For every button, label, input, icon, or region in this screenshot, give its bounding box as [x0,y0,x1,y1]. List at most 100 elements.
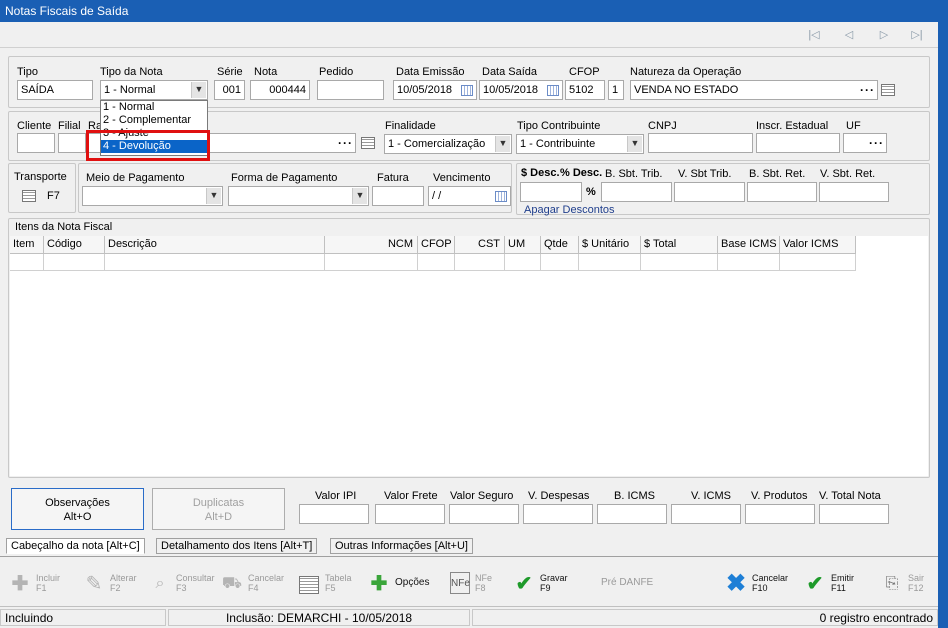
tab-cabecalho[interactable]: Cabeçalho da nota [Alt+C] [6,538,145,554]
col-header-base-icms[interactable]: Base ICMS [718,236,780,254]
serie-field[interactable]: 001 [214,80,245,100]
vencimento-field[interactable]: / / [428,186,511,206]
transport-icon[interactable] [22,190,36,202]
chevron-down-icon[interactable]: ▼ [352,188,367,204]
tab-outras-informacoes[interactable]: Outras Informações [Alt+U] [330,538,473,554]
nota-field[interactable]: 000444 [250,80,310,100]
tab-detalhamento[interactable]: Detalhamento dos Itens [Alt+T] [156,538,318,554]
chevron-down-icon[interactable]: ▼ [627,136,642,152]
desconto-field[interactable] [520,182,582,202]
v-icms-field[interactable] [671,504,741,524]
calendar-icon[interactable] [459,82,475,98]
pre-danfe-button[interactable]: Pré DANFE [601,570,661,600]
apagar-descontos-link[interactable]: Apagar Descontos [524,204,615,216]
forma-pagamento-select[interactable]: ▼ [228,186,369,206]
table-cell[interactable] [10,254,44,271]
calendar-icon[interactable] [545,82,561,98]
opcoes-button[interactable]: ✚ Opções [367,570,437,600]
b-icms-field[interactable] [597,504,667,524]
v-produtos-field[interactable] [745,504,815,524]
last-record-icon[interactable]: ▷| [906,26,928,44]
table-cell[interactable] [105,254,325,271]
dropdown-option[interactable]: 1 - Normal [101,101,207,114]
table-cell[interactable] [718,254,780,271]
uf-field[interactable]: ··· [843,133,887,153]
lookup-ellipsis-icon[interactable]: ··· [869,134,884,152]
duplicatas-button[interactable]: Duplicatas Alt+D [152,488,285,530]
table-cell[interactable] [325,254,418,271]
v-sbt-trib-field[interactable] [674,182,745,202]
v-sbt-ret-field[interactable] [819,182,889,202]
pct-sign: % [586,186,596,198]
grid-lookup-icon[interactable] [881,84,895,96]
grid-lookup-icon[interactable] [361,137,375,149]
chevron-down-icon[interactable]: ▼ [191,82,206,98]
inscr-estadual-field[interactable] [756,133,840,153]
valor-seguro-field[interactable] [449,504,519,524]
valor-ipi-field[interactable] [299,504,369,524]
tipo-contribuinte-select[interactable]: 1 - Contribuinte ▼ [516,134,644,154]
lookup-ellipsis-icon[interactable]: ··· [860,81,875,99]
emitir-button[interactable]: ✔ Emitir F11 [803,570,867,600]
cancelar-f4-button[interactable]: ⛟ Cancelar F4 [220,570,290,600]
col-header-cst[interactable]: CST [455,236,505,254]
col-header-item[interactable]: Item [10,236,44,254]
calendar-icon[interactable] [493,188,509,204]
col-header-codigo[interactable]: Código [44,236,105,254]
cancelar-f10-button[interactable]: ✖ Cancelar F10 [724,570,794,600]
first-record-icon[interactable]: |◁ [803,26,825,44]
col-header-um[interactable]: UM [505,236,541,254]
tipo-field[interactable]: SAÍDA [17,80,93,100]
b-sbt-trib-field[interactable] [601,182,672,202]
consultar-button[interactable]: ⌕ Consultar F3 [148,570,216,600]
table-cell[interactable] [44,254,105,271]
cfop-seq-field[interactable]: 1 [608,80,624,100]
col-header-descricao[interactable]: Descrição [105,236,325,254]
cliente-field[interactable] [17,133,55,153]
previous-record-icon[interactable]: ◁ [838,26,860,44]
finalidade-label: Finalidade [385,120,436,132]
fatura-field[interactable] [372,186,424,206]
next-record-icon[interactable]: ▷ [873,26,895,44]
col-header-ncm[interactable]: NCM [325,236,418,254]
table-cell[interactable] [541,254,579,271]
b-sbt-ret-field[interactable] [747,182,817,202]
tipo-nota-select[interactable]: 1 - Normal ▼ [100,80,208,100]
cancelar-f4-label: Cancelar [248,573,285,583]
finalidade-select[interactable]: 1 - Comercialização ▼ [384,134,512,154]
lookup-ellipsis-icon[interactable]: ··· [338,134,353,152]
table-cell[interactable] [455,254,505,271]
cfop-field[interactable]: 5102 [565,80,605,100]
table-cell[interactable] [418,254,455,271]
col-header-total[interactable]: $ Total [641,236,718,254]
nfe-button[interactable]: NFe NFe F8 [450,570,500,600]
col-header-qtde[interactable]: Qtde [541,236,579,254]
col-header-cfop[interactable]: CFOP [418,236,455,254]
meio-pagamento-select[interactable]: ▼ [82,186,223,206]
table-cell[interactable] [579,254,641,271]
col-header-unitario[interactable]: $ Unitário [579,236,641,254]
sair-button[interactable]: ⎘ Sair F12 [880,570,936,600]
filial-field[interactable] [58,133,86,153]
col-header-valor-icms[interactable]: Valor ICMS [780,236,856,254]
chevron-down-icon[interactable]: ▼ [206,188,221,204]
tabela-button[interactable]: Tabela F5 [297,570,359,600]
valor-frete-field[interactable] [375,504,445,524]
v-total-nota-field[interactable] [819,504,889,524]
gravar-button[interactable]: ✔ Gravar F9 [512,570,572,600]
observacoes-button[interactable]: Observações Alt+O [11,488,144,530]
cnpj-field[interactable] [648,133,753,153]
data-emissao-field[interactable]: 10/05/2018 [393,80,477,100]
pedido-field[interactable] [317,80,384,100]
table-cell[interactable] [780,254,856,271]
table-cell[interactable] [505,254,541,271]
chevron-down-icon[interactable]: ▼ [495,136,510,152]
alterar-button[interactable]: ✎ Alterar F2 [82,570,144,600]
data-saida-field[interactable]: 10/05/2018 [479,80,563,100]
dropdown-option[interactable]: 2 - Complementar [101,114,207,127]
natureza-field[interactable]: VENDA NO ESTADO ··· [630,80,878,100]
v-despesas-field[interactable] [523,504,593,524]
table-cell[interactable] [641,254,718,271]
incluir-button[interactable]: ✚ Incluir F1 [8,570,70,600]
items-grid[interactable]: Item Código Descrição NCM CFOP CST UM Qt… [10,236,928,476]
